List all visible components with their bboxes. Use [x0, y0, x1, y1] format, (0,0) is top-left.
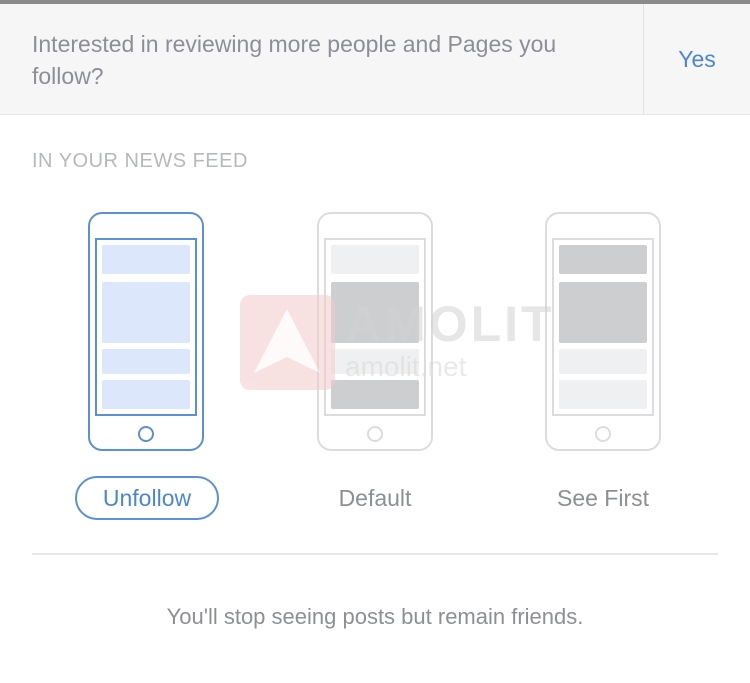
review-prompt-bar: Interested in reviewing more people and …	[0, 4, 750, 115]
feed-post-placeholder	[331, 245, 419, 274]
home-button-icon	[138, 426, 154, 442]
see-first-option-button[interactable]: See First	[503, 476, 703, 520]
feed-post-placeholder	[559, 380, 647, 409]
watermark-site: amolit.net	[345, 351, 467, 382]
feed-post-placeholder	[102, 380, 190, 409]
option-description: You'll stop seeing posts but remain frie…	[166, 604, 584, 629]
watermark: AMOLIT amolit.net	[240, 295, 552, 390]
phone-screen	[552, 238, 654, 416]
watermark-logo-icon	[240, 295, 335, 390]
see-first-phone-illustration[interactable]	[545, 212, 661, 451]
yes-button[interactable]: Yes	[644, 4, 750, 114]
feed-post-placeholder	[559, 282, 647, 343]
phone-screen	[95, 238, 197, 416]
section-divider	[32, 553, 718, 555]
feed-post-placeholder	[559, 245, 647, 274]
watermark-brand: AMOLIT	[345, 296, 555, 352]
home-button-icon	[367, 426, 383, 442]
review-prompt-text: Interested in reviewing more people and …	[32, 31, 557, 89]
news-feed-section-header: IN YOUR NEWS FEED	[32, 150, 248, 172]
feed-post-placeholder	[102, 245, 190, 274]
feed-post-placeholder	[559, 349, 647, 374]
feed-post-placeholder	[102, 282, 190, 343]
unfollow-option-button[interactable]: Unfollow	[75, 476, 219, 520]
default-option-button[interactable]: Default	[275, 476, 475, 520]
feed-post-placeholder	[102, 349, 190, 374]
home-button-icon	[595, 426, 611, 442]
unfollow-phone-illustration[interactable]	[88, 212, 204, 451]
